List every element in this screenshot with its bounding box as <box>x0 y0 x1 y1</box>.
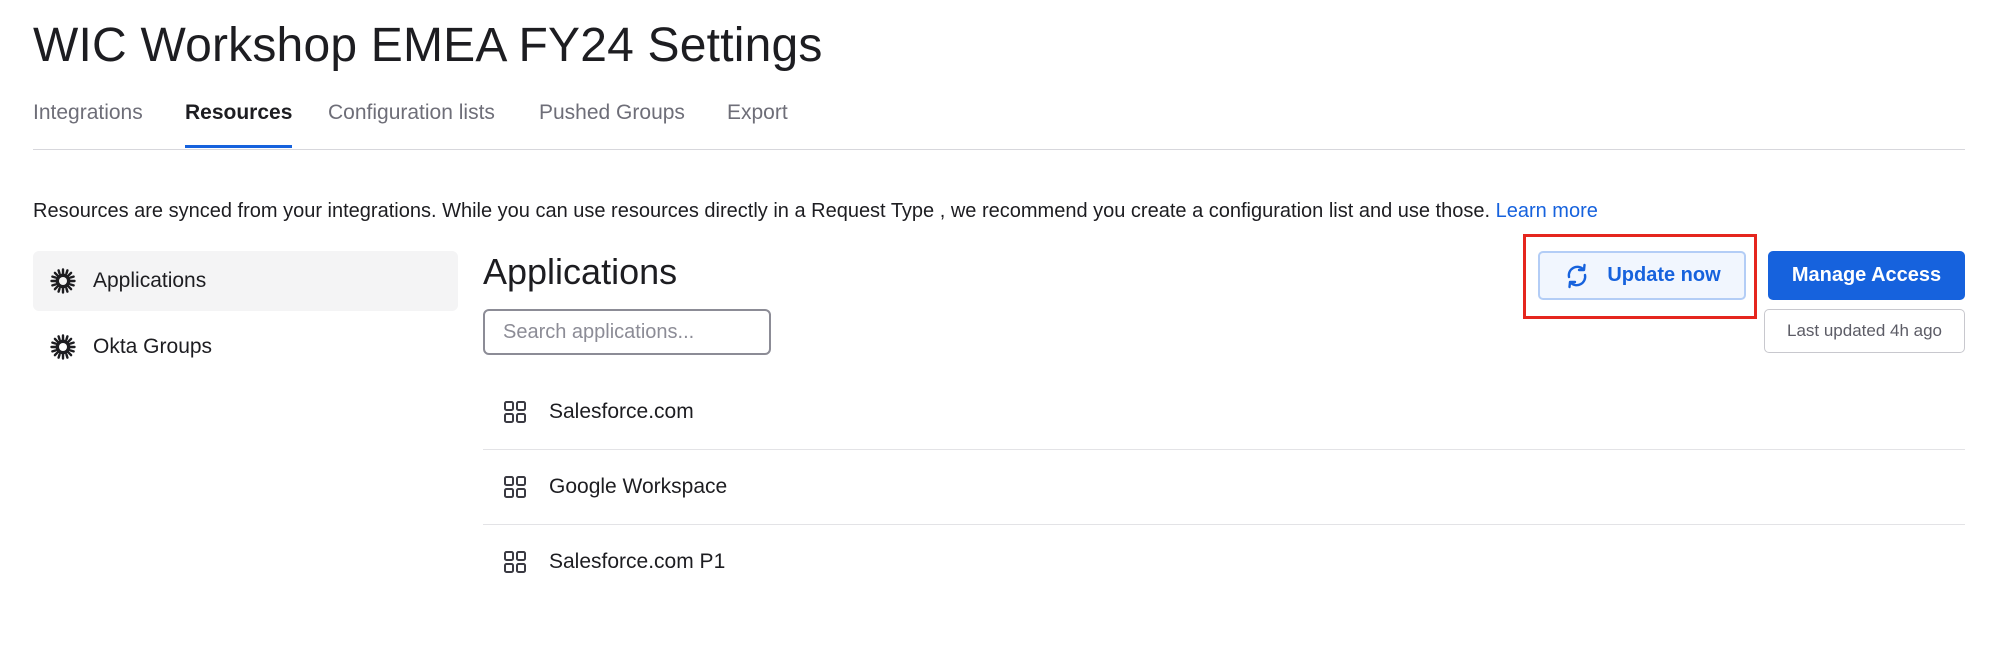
manage-access-button[interactable]: Manage Access <box>1768 251 1965 300</box>
app-grid-icon <box>503 400 527 424</box>
tab-configuration-lists[interactable]: Configuration lists <box>328 98 495 148</box>
tab-resources[interactable]: Resources <box>185 98 293 148</box>
update-now-label: Update now <box>1607 264 1721 286</box>
app-grid-icon <box>503 475 527 499</box>
update-now-button[interactable]: Update now <box>1538 251 1746 300</box>
tab-bar: Integrations Resources Configuration lis… <box>33 94 1965 150</box>
sidebar-item-applications[interactable]: Applications <box>33 251 458 311</box>
last-updated-badge: Last updated 4h ago <box>1764 309 1965 353</box>
application-name: Google Workspace <box>549 475 728 498</box>
tab-pushed-groups[interactable]: Pushed Groups <box>539 98 685 148</box>
sidebar-item-label: Applications <box>93 269 207 292</box>
sidebar-item-label: Okta Groups <box>93 335 213 358</box>
application-name: Salesforce.com <box>549 400 694 423</box>
page-title: WIC Workshop EMEA FY24 Settings <box>33 19 823 72</box>
learn-more-link[interactable]: Learn more <box>1496 200 1598 222</box>
tab-integrations[interactable]: Integrations <box>33 98 143 148</box>
tab-export[interactable]: Export <box>727 98 788 148</box>
list-item[interactable]: Salesforce.com <box>483 375 1965 450</box>
settings-page: WIC Workshop EMEA FY24 Settings Integrat… <box>33 0 1966 666</box>
list-item[interactable]: Google Workspace <box>483 450 1965 525</box>
section-title: Applications <box>483 251 678 292</box>
application-name: Salesforce.com P1 <box>549 550 726 573</box>
sidebar-item-okta-groups[interactable]: Okta Groups <box>33 317 458 377</box>
search-applications-input[interactable] <box>483 309 771 355</box>
description-text: Resources are synced from your integrati… <box>33 200 1491 222</box>
list-item[interactable]: Salesforce.com P1 <box>483 525 1965 599</box>
sync-icon <box>1563 262 1591 290</box>
resource-type-sidebar: Applications Okta Groups <box>33 251 458 383</box>
application-list: Salesforce.com Google Workspace Salesfor… <box>483 375 1965 599</box>
okta-sunburst-icon <box>49 333 77 361</box>
okta-sunburst-icon <box>49 267 77 295</box>
app-grid-icon <box>503 550 527 574</box>
resources-description: Resources are synced from your integrati… <box>33 200 1598 223</box>
